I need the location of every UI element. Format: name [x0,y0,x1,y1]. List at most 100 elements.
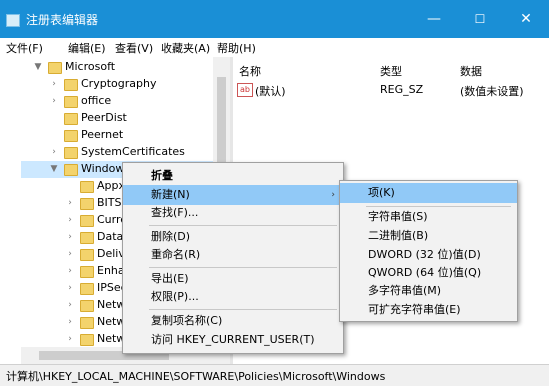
column-header-type[interactable]: 类型 [380,63,402,79]
chevron-right-icon[interactable]: › [65,246,75,263]
tree-node-label: office [81,94,112,107]
menu-edit[interactable]: 编辑(E) [68,40,106,56]
menu-item-copy-key-name[interactable]: 复制项名称(C) [123,311,343,331]
menu-item-collapse[interactable]: 折叠 [123,166,343,186]
folder-icon [80,317,94,329]
menu-item-new[interactable]: 新建(N) › [123,185,343,205]
chevron-right-icon[interactable]: › [65,229,75,246]
value-name[interactable]: (默认) [255,83,286,99]
folder-icon [80,215,94,227]
folder-icon [80,283,94,295]
menu-item-label: 复制项名称(C) [151,314,223,327]
submenu-item-dword[interactable]: DWORD (32 位)值(D) [340,245,517,265]
column-header-data[interactable]: 数据 [460,63,482,79]
menu-item-permissions[interactable]: 权限(P)... [123,287,343,307]
tree-node-peernet[interactable]: Peernet [21,127,221,144]
chevron-right-icon[interactable]: › [65,212,75,229]
chevron-down-icon[interactable]: ▼ [49,161,59,178]
menu-item-label: 重命名(R) [151,248,201,261]
tree-node-cryptography[interactable]: › Cryptography [21,76,221,93]
menu-separator [149,225,337,226]
new-submenu: 项(K) 字符串值(S) 二进制值(B) DWORD (32 位)值(D) QW… [339,180,518,322]
registry-path: 计算机\HKEY_LOCAL_MACHINE\SOFTWARE\Policies… [6,370,386,383]
menu-item-label: 新建(N) [151,188,190,201]
menu-item-label: 折叠 [151,169,173,182]
tree-node-label: Appx [97,179,125,192]
folder-icon [80,232,94,244]
tree-node-label: Enha [97,264,125,277]
minimize-button[interactable]: — [411,0,457,38]
folder-open-icon [64,164,78,176]
tree-node-label: BITS [97,196,122,209]
folder-icon [80,249,94,261]
tree-node-label: PeerDist [81,111,127,124]
folder-icon [80,334,94,346]
menu-item-find[interactable]: 查找(F)... [123,203,343,223]
submenu-item-multi-string[interactable]: 多字符串值(M) [340,281,517,301]
menu-bar: 文件(F) 编辑(E) 查看(V) 收藏夹(A) 帮助(H) [0,38,549,57]
tree-node-label: Microsoft [65,60,116,73]
menu-item-label: QWORD (64 位)值(Q) [368,266,482,279]
menu-item-label: 访问 HKEY_CURRENT_USER(T) [151,333,315,346]
folder-icon [64,147,78,159]
chevron-right-icon: › [331,190,335,200]
folder-icon [64,79,78,91]
tree-node-label: Cryptography [81,77,157,90]
chevron-right-icon[interactable]: › [65,263,75,280]
value-data: (数值未设置) [460,85,524,98]
tree-node-systemcertificates[interactable]: › SystemCertificates [21,144,221,161]
tree-node-label: Peernet [81,128,124,141]
menu-view[interactable]: 查看(V) [115,40,153,56]
menu-item-delete[interactable]: 删除(D) [123,227,343,247]
menu-item-label: 删除(D) [151,230,191,243]
submenu-item-binary[interactable]: 二进制值(B) [340,226,517,246]
menu-item-label: 可扩充字符串值(E) [368,303,461,316]
menu-item-label: DWORD (32 位)值(D) [368,248,481,261]
chevron-right-icon[interactable]: › [49,76,59,93]
column-header-name[interactable]: 名称 [239,63,261,79]
menu-separator [149,267,337,268]
value-type: REG_SZ [380,83,424,96]
tree-node-label: Deliv [97,247,125,260]
menu-help[interactable]: 帮助(H) [217,40,256,56]
menu-item-label: 项(K) [368,186,395,199]
folder-icon [64,96,78,108]
string-value-icon: ab [237,83,253,97]
chevron-right-icon[interactable]: › [65,297,75,314]
folder-icon [80,198,94,210]
submenu-item-string[interactable]: 字符串值(S) [340,207,517,227]
title-bar: 注册表编辑器 — ☐ ✕ [0,0,549,38]
chevron-right-icon[interactable]: › [65,195,75,212]
tree-node-label: Data [97,230,124,243]
chevron-right-icon[interactable]: › [65,280,75,297]
chevron-right-icon[interactable]: › [49,93,59,110]
menu-file[interactable]: 文件(F) [6,40,43,56]
regedit-app-icon [6,14,20,27]
tree-node-office[interactable]: › office [21,93,221,110]
menu-item-label: 字符串值(S) [368,210,428,223]
menu-item-export[interactable]: 导出(E) [123,269,343,289]
menu-favorites[interactable]: 收藏夹(A) [161,40,210,56]
chevron-down-icon[interactable]: ▼ [33,59,43,76]
folder-icon [80,181,94,193]
menu-item-rename[interactable]: 重命名(R) [123,245,343,265]
chevron-right-icon[interactable]: › [49,144,59,161]
submenu-item-expandable-string[interactable]: 可扩充字符串值(E) [340,300,517,320]
submenu-item-key[interactable]: 项(K) [340,183,517,203]
chevron-right-icon[interactable]: › [65,314,75,331]
menu-item-label: 导出(E) [151,272,189,285]
menu-item-label: 多字符串值(M) [368,284,442,297]
chevron-right-icon[interactable]: › [65,331,75,347]
folder-icon [64,113,78,125]
folder-icon [80,266,94,278]
submenu-item-qword[interactable]: QWORD (64 位)值(Q) [340,263,517,283]
folder-icon [48,62,62,74]
window-title: 注册表编辑器 [26,13,99,27]
menu-item-goto-hkcu[interactable]: 访问 HKEY_CURRENT_USER(T) [123,330,343,350]
close-button[interactable]: ✕ [503,0,549,38]
maximize-button[interactable]: ☐ [457,0,503,38]
tree-node-microsoft[interactable]: ▼ Microsoft [21,59,221,76]
context-menu: 折叠 新建(N) › 查找(F)... 删除(D) 重命名(R) 导出(E) 权限… [122,162,344,354]
tree-node-peerdist[interactable]: PeerDist [21,110,221,127]
menu-separator [149,309,337,310]
